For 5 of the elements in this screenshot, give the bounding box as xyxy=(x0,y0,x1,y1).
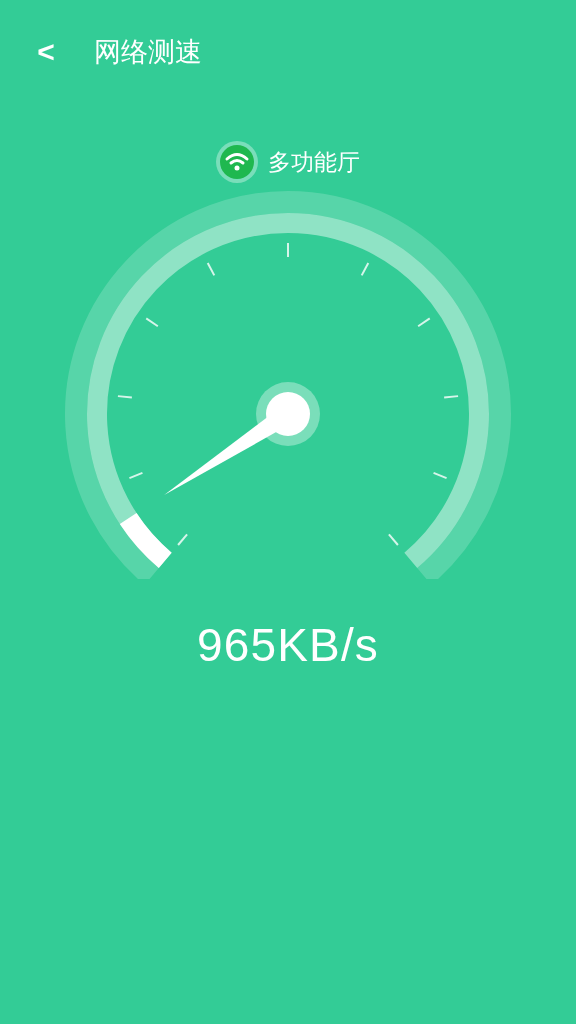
speed-reading: 965KB/s xyxy=(197,618,379,673)
network-name: 多功能厅 xyxy=(268,147,360,177)
page-title: 网络测速 xyxy=(94,35,202,69)
back-button[interactable]: < xyxy=(34,37,58,67)
wifi-icon xyxy=(216,141,258,183)
